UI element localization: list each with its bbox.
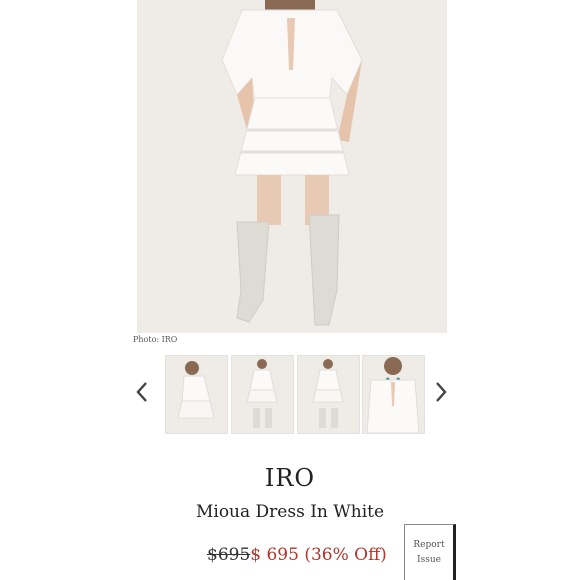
sale-price: $ 695 (36% Off) xyxy=(250,545,387,565)
gallery-prev-button[interactable] xyxy=(132,380,152,404)
gallery-next-button[interactable] xyxy=(431,380,451,404)
chevron-left-icon xyxy=(136,382,147,402)
product-title: Mioua Dress In White xyxy=(195,502,385,522)
thumbnail-image xyxy=(298,356,359,433)
price-row: $695$ 695 (36% Off) xyxy=(207,545,387,565)
original-price: $695 xyxy=(207,545,251,565)
photo-credit: Photo: IRO xyxy=(133,335,178,344)
brand-name[interactable]: IRO xyxy=(0,464,580,492)
thumbnail-image xyxy=(166,356,227,433)
main-product-image[interactable] xyxy=(137,0,447,333)
report-label-line2: Issue xyxy=(417,554,441,565)
gallery-thumbnail-2[interactable] xyxy=(231,355,294,434)
report-label-line1: Report xyxy=(413,539,445,550)
gallery-thumbnail-4[interactable] xyxy=(362,355,425,434)
model-illustration xyxy=(137,0,447,333)
thumbnail-image xyxy=(232,356,293,433)
gallery-thumbnail-1[interactable] xyxy=(165,355,228,434)
thumbnail-image xyxy=(363,356,424,433)
report-issue-button[interactable]: Report Issue xyxy=(404,524,456,580)
chevron-right-icon xyxy=(436,382,447,402)
gallery-thumbnail-3[interactable] xyxy=(297,355,360,434)
